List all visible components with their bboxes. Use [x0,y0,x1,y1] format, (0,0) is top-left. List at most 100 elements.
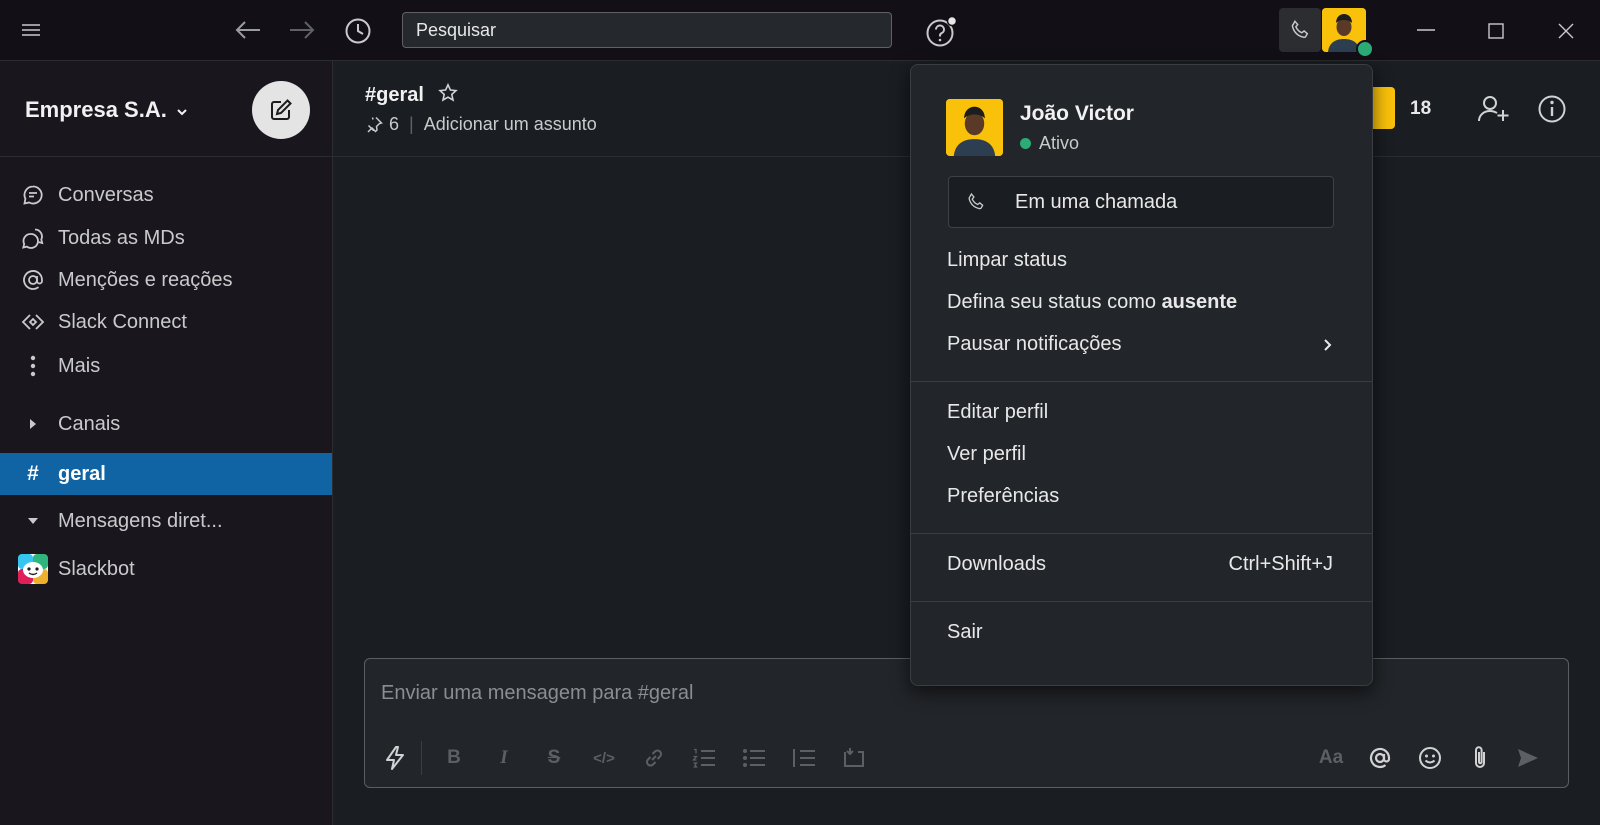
forward-arrow-icon[interactable] [286,16,318,44]
workspace-header: Empresa S.A. [0,61,332,157]
sidebar: Empresa S.A. Conversas Todas as MDs Menç… [0,61,333,825]
threads-icon [18,184,48,206]
emoji-icon[interactable] [1417,745,1443,771]
presence-label: Ativo [1039,133,1080,153]
menu-item-set-away[interactable]: Defina seu status como ausente [947,291,1237,314]
user-name: João Victor [1020,102,1134,125]
shortcuts-lightning-icon[interactable] [382,745,408,771]
section-toggle-mensagens-diretas[interactable]: Mensagens diret... [0,502,332,540]
sidebar-dm-slackbot[interactable]: Slackbot [0,550,332,588]
strikethrough-icon[interactable]: S [541,745,567,771]
huddle-call-button[interactable] [1279,8,1321,52]
toolbar-divider [421,741,422,775]
slack-window: Empresa S.A. Conversas Todas as MDs Menç… [0,0,1600,825]
section-label-canais: Canais [58,412,121,435]
search-bar[interactable] [402,12,892,48]
back-arrow-icon[interactable] [232,16,264,44]
slackbot-avatar-icon [18,554,48,584]
sidebar-item-label: Todas as MDs [58,226,185,249]
slack-connect-icon [18,312,48,332]
compose-pencil-icon [268,97,294,123]
hamburger-menu-icon[interactable] [18,18,44,42]
sidebar-channel-geral[interactable]: # geral [0,453,332,495]
keyboard-shortcut: Ctrl+Shift+J [1228,553,1333,575]
help-icon[interactable] [923,15,957,49]
caret-right-icon [18,418,48,430]
presence-dot [1020,138,1031,149]
formatting-toggle-icon[interactable]: Aa [1316,745,1346,771]
bold-icon[interactable]: B [441,745,467,771]
channel-title-button[interactable]: #geral [365,82,458,107]
send-icon[interactable] [1515,745,1541,771]
workspace-name-button[interactable]: Empresa S.A. [25,97,188,123]
menu-item-preferences[interactable]: Preferências [947,485,1059,508]
phone-icon [965,191,987,213]
star-icon[interactable] [437,82,458,103]
sidebar-item-todas-as-mds[interactable]: Todas as MDs [0,219,332,257]
link-icon[interactable] [641,745,667,771]
menu-item-view-profile[interactable]: Ver perfil [947,443,1026,466]
compose-button[interactable] [252,81,310,139]
user-profile-menu: João Victor Ativo Em uma chamada Limpar … [910,64,1373,686]
menu-item-sign-out[interactable]: Sair [947,621,983,644]
menu-item-pause-label: Pausar notificações [947,333,1122,355]
blockquote-icon[interactable] [791,745,817,771]
history-clock-icon[interactable] [343,16,373,46]
italic-icon[interactable]: I [491,745,517,771]
member-count[interactable]: 18 [1410,98,1431,120]
sidebar-item-conversas[interactable]: Conversas [0,176,332,214]
channel-title: #geral [365,84,424,106]
code-block-icon[interactable] [841,745,867,771]
menu-divider [911,381,1372,382]
channel-hash-icon: # [27,462,39,485]
presence-dot [1356,40,1374,58]
more-vertical-icon [18,355,48,377]
menu-item-pause-notifications[interactable]: Pausar notificações [947,333,1333,356]
chevron-down-icon [177,109,187,116]
status-text: Em uma chamada [1015,191,1178,213]
sidebar-item-slack-connect[interactable]: Slack Connect [0,303,332,341]
menu-divider [911,533,1372,534]
sidebar-item-label: Menções e reações [58,268,233,291]
add-people-icon[interactable] [1476,93,1512,125]
search-input[interactable] [414,18,891,42]
menu-item-downloads[interactable]: Downloads Ctrl+Shift+J [947,553,1333,576]
at-icon [18,269,48,291]
caret-down-icon [18,516,48,526]
section-label-dms: Mensagens diret... [58,509,223,532]
sidebar-item-mais[interactable]: Mais [0,347,332,385]
pinned-count[interactable]: 6 [389,114,399,135]
maximize-window-icon[interactable] [1485,20,1507,42]
channel-info-icon[interactable] [1536,93,1568,125]
mention-icon[interactable] [1367,745,1393,771]
close-window-icon[interactable] [1555,20,1577,42]
avatar-illustration-icon [946,99,1003,156]
status-field[interactable]: Em uma chamada [948,176,1334,228]
menu-divider [911,601,1372,602]
menu-item-set-away-text: Defina seu status como [947,291,1162,313]
title-bar [0,0,1600,61]
channel-name: geral [58,462,106,485]
channel-subheader: 6 | Adicionar um assunto [365,114,597,135]
pin-icon[interactable] [365,116,383,134]
add-topic-link[interactable]: Adicionar um assunto [424,114,597,135]
chevron-right-icon [1324,339,1332,351]
minimize-window-icon[interactable] [1415,20,1437,40]
menu-item-clear-status[interactable]: Limpar status [947,249,1067,272]
message-input-placeholder[interactable]: Enviar uma mensagem para #geral [381,682,693,705]
dms-icon [18,227,48,249]
attachment-paperclip-icon[interactable] [1467,745,1493,771]
workspace-name: Empresa S.A. [25,97,167,122]
menu-item-set-away-bold: ausente [1161,291,1238,313]
user-presence: Ativo [1020,133,1079,154]
divider: | [409,114,414,134]
section-toggle-canais[interactable]: Canais [0,405,332,443]
ordered-list-icon[interactable] [691,745,717,771]
phone-icon [1288,18,1312,42]
sidebar-item-label: Mais [58,354,101,377]
bulleted-list-icon[interactable] [741,745,767,771]
sidebar-item-mencoes-e-reacoes[interactable]: Menções e reações [0,261,332,299]
user-avatar [946,99,1003,156]
code-icon[interactable]: </> [591,745,617,771]
menu-item-edit-profile[interactable]: Editar perfil [947,401,1048,424]
